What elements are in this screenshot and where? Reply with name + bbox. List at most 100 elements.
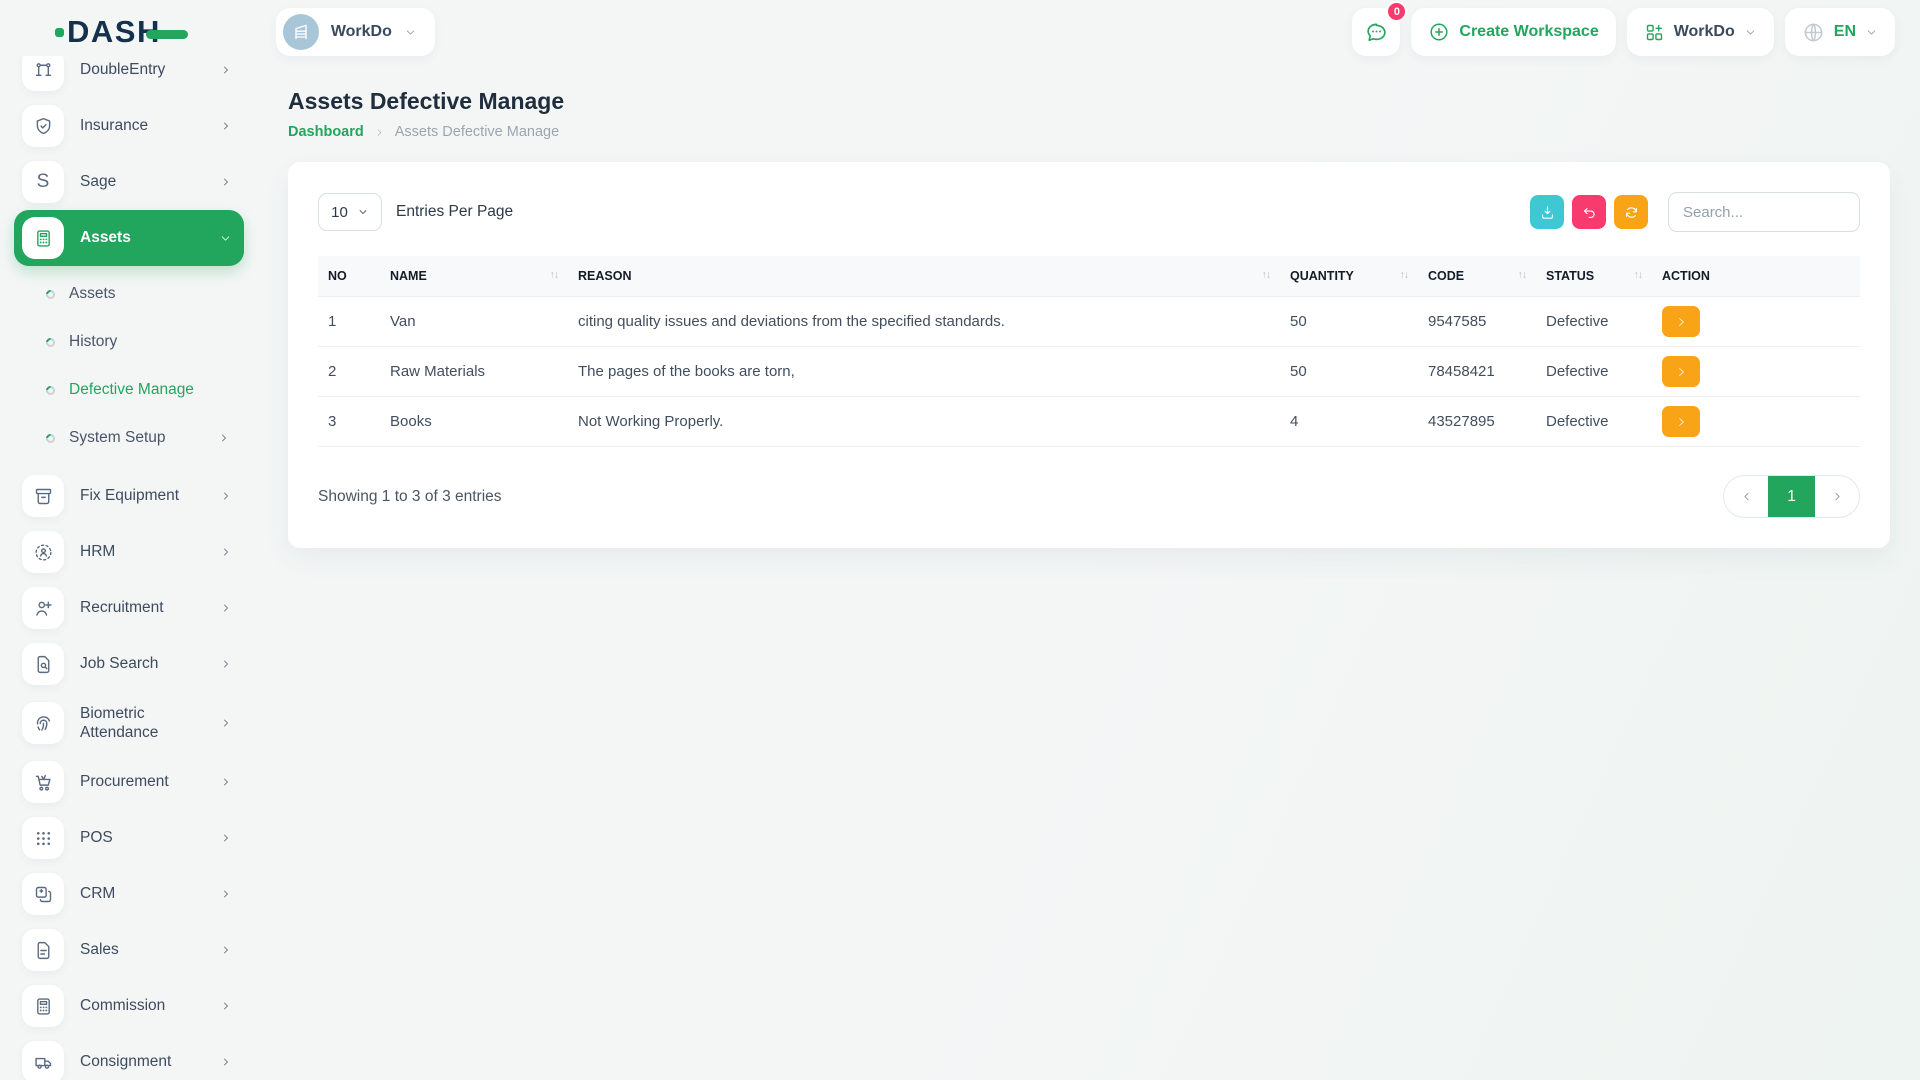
- pagination: 1: [1723, 475, 1860, 518]
- sidebar-item-procurement[interactable]: Procurement: [14, 754, 244, 810]
- sidebar-item-hrm[interactable]: HRM: [14, 524, 244, 580]
- logo-dot-accent: [55, 28, 64, 37]
- breadcrumb-current: Assets Defective Manage: [395, 124, 559, 140]
- plus-circle-icon: [1428, 21, 1450, 43]
- export-download-button[interactable]: [1530, 195, 1564, 229]
- cell-reason: Not Working Properly.: [568, 397, 1280, 447]
- entries-per-page-select[interactable]: 10: [318, 193, 382, 231]
- cell-no: 1: [318, 297, 380, 347]
- chevron-right-icon: [220, 888, 232, 900]
- archive-box-icon: [22, 475, 64, 517]
- cell-code: 43527895: [1418, 397, 1536, 447]
- defective-assets-card: 10 Entries Per Page: [288, 162, 1890, 548]
- chevron-right-icon: [220, 658, 232, 670]
- sidebar-item-biometric-attendance[interactable]: Biometric Attendance: [14, 692, 244, 754]
- sidebar-subitem-defective-manage[interactable]: Defective Manage: [14, 366, 244, 414]
- column-header-code: CODE↑↓: [1418, 256, 1536, 297]
- cell-reason: citing quality issues and deviations fro…: [568, 297, 1280, 347]
- assets-submenu: Assets History Defective Manage System S…: [14, 266, 244, 468]
- workspace-switcher[interactable]: WorkDo: [276, 8, 435, 56]
- table-row: 2 Raw Materials The pages of the books a…: [318, 347, 1860, 397]
- chevron-right-icon: [374, 127, 385, 138]
- cell-no: 3: [318, 397, 380, 447]
- undo-button[interactable]: [1572, 195, 1606, 229]
- previous-page-button[interactable]: [1724, 476, 1768, 517]
- bullet-ring-icon: [44, 336, 57, 349]
- sidebar-item-recruitment[interactable]: Recruitment: [14, 580, 244, 636]
- chevron-down-icon: [357, 206, 369, 218]
- sort-icon[interactable]: ↑↓: [1400, 269, 1409, 281]
- table-header-row: NO NAME↑↓ REASON↑↓ QUANTITY↑↓ CODE↑↓ STA…: [318, 256, 1860, 297]
- next-page-button[interactable]: [1815, 476, 1859, 517]
- sidebar-item-pos[interactable]: POS: [14, 810, 244, 866]
- language-selector[interactable]: EN: [1785, 8, 1895, 56]
- entries-summary: Showing 1 to 3 of 3 entries: [318, 488, 502, 506]
- sidebar-subitem-history[interactable]: History: [14, 318, 244, 366]
- column-header-status: STATUS↑↓: [1536, 256, 1652, 297]
- account-label: WorkDo: [1674, 23, 1735, 41]
- sidebar-item-insurance[interactable]: Insurance: [14, 98, 244, 154]
- cell-quantity: 4: [1280, 397, 1418, 447]
- create-workspace-button[interactable]: Create Workspace: [1411, 8, 1615, 56]
- calculator-icon: [22, 217, 64, 259]
- cell-quantity: 50: [1280, 297, 1418, 347]
- chevron-down-icon: [1744, 26, 1757, 39]
- column-header-action: ACTION: [1652, 256, 1860, 297]
- sage-s-icon: S: [22, 161, 64, 203]
- globe-icon: [1802, 21, 1825, 44]
- workspace-name: WorkDo: [331, 23, 392, 41]
- chevron-right-icon: [220, 776, 232, 788]
- sidebar-item-sage[interactable]: S Sage: [14, 154, 244, 210]
- sidebar-item-job-search[interactable]: Job Search: [14, 636, 244, 692]
- account-menu-button[interactable]: WorkDo: [1627, 8, 1774, 56]
- page-number-current[interactable]: 1: [1768, 476, 1815, 517]
- chevron-right-icon: [220, 120, 232, 132]
- bullet-ring-icon: [44, 384, 57, 397]
- sidebar-item-sales[interactable]: Sales: [14, 922, 244, 978]
- chevron-right-icon: [220, 944, 232, 956]
- document-icon: [22, 929, 64, 971]
- bullet-ring-icon: [44, 432, 57, 445]
- user-plus-icon: [22, 587, 64, 629]
- sidebar-item-assets[interactable]: Assets: [14, 210, 244, 266]
- cell-status: Defective: [1536, 347, 1652, 397]
- grid-dots-icon: [22, 817, 64, 859]
- sidebar-item-fix-equipment[interactable]: Fix Equipment: [14, 468, 244, 524]
- sort-icon[interactable]: ↑↓: [1634, 269, 1643, 281]
- sidebar-item-consignment[interactable]: Consignment: [14, 1034, 244, 1080]
- search-input[interactable]: [1668, 192, 1860, 232]
- sidebar-item-commission[interactable]: Commission: [14, 978, 244, 1034]
- row-action-button[interactable]: [1662, 406, 1700, 437]
- sort-icon[interactable]: ↑↓: [550, 269, 559, 281]
- chevron-right-icon: [220, 490, 232, 502]
- row-action-button[interactable]: [1662, 306, 1700, 337]
- refresh-icon: [1623, 204, 1640, 221]
- row-action-button[interactable]: [1662, 356, 1700, 387]
- chevron-right-icon: [220, 832, 232, 844]
- breadcrumb-dashboard-link[interactable]: Dashboard: [288, 124, 364, 140]
- sidebar-nav: DoubleEntry Insurance S Sage Assets Asse…: [0, 56, 262, 1080]
- fingerprint-icon: [22, 702, 64, 744]
- file-search-icon: [22, 643, 64, 685]
- entries-per-page-value: 10: [331, 204, 348, 221]
- messages-button[interactable]: 0: [1352, 8, 1400, 56]
- cell-code: 9547585: [1418, 297, 1536, 347]
- column-header-reason: REASON↑↓: [568, 256, 1280, 297]
- sidebar-item-crm[interactable]: CRM: [14, 866, 244, 922]
- workspace-avatar-building-icon: [283, 14, 319, 50]
- undo-arrow-icon: [1581, 204, 1598, 221]
- sort-icon[interactable]: ↑↓: [1518, 269, 1527, 281]
- sidebar-subitem-assets[interactable]: Assets: [14, 270, 244, 318]
- cell-status: Defective: [1536, 297, 1652, 347]
- truck-icon: [22, 1041, 64, 1080]
- column-header-quantity: QUANTITY↑↓: [1280, 256, 1418, 297]
- sidebar-subitem-system-setup[interactable]: System Setup: [14, 414, 244, 462]
- bullet-ring-icon: [44, 288, 57, 301]
- chevron-right-icon: [220, 176, 232, 188]
- download-icon: [1539, 204, 1556, 221]
- sort-icon[interactable]: ↑↓: [1262, 269, 1271, 281]
- table-row: 1 Van citing quality issues and deviatio…: [318, 297, 1860, 347]
- caret-right-icon: [1675, 416, 1687, 428]
- top-header: DASH WorkDo 0 Create Workspace WorkDo: [0, 0, 1920, 64]
- refresh-button[interactable]: [1614, 195, 1648, 229]
